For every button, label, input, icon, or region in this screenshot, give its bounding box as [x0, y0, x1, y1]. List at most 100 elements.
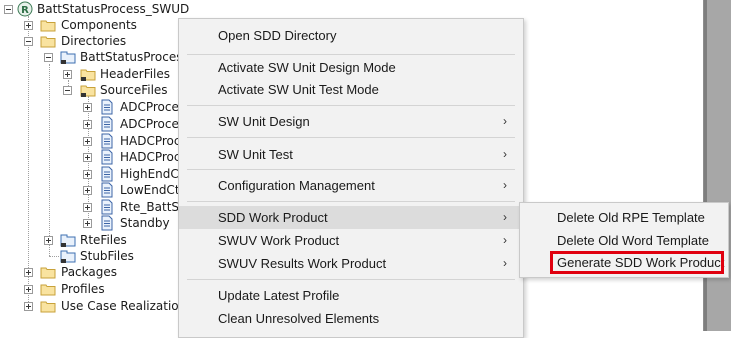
submenu-item-generate-sdd-work-product[interactable]: Generate SDD Work Product [550, 251, 724, 274]
submenu-item-label: Generate SDD Work Product [557, 255, 725, 270]
document-icon [101, 199, 113, 215]
menu-item-swuv-work-product[interactable]: SWUV Work Product › [179, 229, 523, 252]
menu-separator [187, 137, 515, 138]
right-panel-bar[interactable] [703, 0, 731, 331]
menu-item-activate-design-mode[interactable]: Activate SW Unit Design Mode [179, 56, 523, 79]
submenu-item-label: Delete Old Word Template [557, 233, 709, 248]
menu-item-label: Configuration Management [218, 178, 375, 193]
menu-item-activate-test-mode[interactable]: Activate SW Unit Test Mode [179, 78, 523, 101]
expand-toggle[interactable] [24, 268, 33, 277]
tree-item-file[interactable]: HighEndCt [0, 166, 183, 182]
submenu-item-delete-old-word-template[interactable]: Delete Old Word Template [520, 229, 728, 252]
document-icon [101, 166, 113, 182]
tree-item-label: StubFiles [80, 249, 134, 263]
collapse-toggle[interactable] [4, 5, 13, 14]
tree-item-headerfiles[interactable]: HeaderFiles [0, 66, 180, 82]
submenu-item-label: Delete Old RPE Template [557, 210, 705, 225]
tree-item-label: LowEndCtr [120, 183, 185, 197]
tree-item-sourcefiles[interactable]: SourceFiles [0, 82, 180, 98]
expand-toggle[interactable] [83, 120, 92, 129]
expand-toggle[interactable] [83, 203, 92, 212]
menu-separator [187, 279, 515, 280]
collapse-toggle[interactable] [63, 86, 72, 95]
tree-item-file[interactable]: HADCProc [0, 149, 181, 165]
menu-item-label: Activate SW Unit Test Mode [218, 82, 379, 97]
collapse-toggle[interactable] [44, 53, 53, 62]
menu-item-swuv-results-work-product[interactable]: SWUV Results Work Product › [179, 252, 523, 275]
tree-item-stubfiles[interactable]: StubFiles [0, 248, 180, 264]
tree-item-file[interactable]: ADCProces [0, 116, 185, 132]
folder-icon [40, 301, 56, 313]
menu-item-label: SWUV Results Work Product [218, 256, 387, 271]
expand-toggle[interactable] [24, 302, 33, 311]
tree-item-label: ADCProces [120, 100, 186, 114]
tree-item-components[interactable]: Components [0, 17, 180, 33]
expand-toggle[interactable] [83, 137, 92, 146]
expand-toggle[interactable] [44, 236, 53, 245]
expand-toggle[interactable] [24, 285, 33, 294]
menu-item-sdd-work-product[interactable]: SDD Work Product › [179, 206, 523, 229]
expand-toggle[interactable] [83, 170, 92, 179]
tree-item-directories[interactable]: Directories [0, 33, 180, 49]
document-icon [101, 149, 113, 165]
document-icon [101, 182, 113, 198]
tree-item-rtefiles[interactable]: RteFiles [0, 232, 180, 248]
submenu-item-delete-old-rpe-template[interactable]: Delete Old RPE Template [520, 206, 728, 229]
svg-text:R: R [21, 5, 29, 16]
tree-item-file[interactable]: ADCProces [0, 99, 185, 115]
tree-item-label: HeaderFiles [100, 67, 171, 81]
menu-item-label: Activate SW Unit Design Mode [218, 60, 396, 75]
expand-toggle[interactable] [83, 153, 92, 162]
panel-edge [704, 0, 707, 331]
chevron-right-icon: › [503, 178, 507, 192]
tree-item-label: Components [61, 18, 137, 32]
menu-item-update-latest-profile[interactable]: Update Latest Profile [179, 284, 523, 307]
collapse-toggle[interactable] [24, 37, 33, 46]
folder-icon [80, 85, 96, 97]
menu-item-label: SDD Work Product [218, 210, 328, 225]
tree-item-label: Standby [120, 216, 170, 230]
folder-icon [40, 36, 56, 48]
chevron-right-icon: › [503, 210, 507, 224]
menu-item-label: SWUV Work Product [218, 233, 340, 248]
menu-item-label: Update Latest Profile [218, 288, 340, 303]
tree-item-file[interactable]: LowEndCtr [0, 182, 184, 198]
menu-item-open-sdd-directory[interactable]: Open SDD Directory [179, 24, 523, 47]
expand-toggle[interactable] [83, 186, 92, 195]
tree-root[interactable]: R BattStatusProcess_SWUD [0, 1, 189, 17]
chevron-right-icon: › [503, 114, 507, 128]
folder-icon [40, 267, 56, 279]
package-icon [60, 51, 76, 64]
menu-separator [187, 201, 515, 202]
tree-item-file[interactable]: HADCProc [0, 133, 181, 149]
tree-item-label: ADCProces [120, 117, 186, 131]
expand-toggle[interactable] [83, 103, 92, 112]
tree-item-file[interactable]: Rte_BattSta [0, 199, 191, 215]
menu-item-clean-unresolved-elements[interactable]: Clean Unresolved Elements [179, 307, 523, 330]
menu-item-configuration-management[interactable]: Configuration Management › [179, 174, 523, 197]
chevron-right-icon: › [503, 233, 507, 247]
tree-item-usecases[interactable]: Use Case Realizations [0, 298, 193, 314]
tree-guide-line [49, 256, 59, 257]
tree-item-package[interactable]: BattStatusProcess_ [0, 49, 195, 65]
menu-item-label: SW Unit Design [218, 114, 310, 129]
document-icon [101, 215, 113, 231]
tree-item-profiles[interactable]: Profiles [0, 281, 180, 297]
tree-item-label: Use Case Realizations [61, 299, 193, 313]
package-icon [60, 250, 76, 263]
menu-item-label: Clean Unresolved Elements [218, 311, 380, 326]
expand-toggle[interactable] [24, 21, 33, 30]
menu-separator [187, 105, 515, 106]
tree-item-packages[interactable]: Packages [0, 264, 180, 280]
tree-root-label: BattStatusProcess_SWUD [37, 2, 190, 16]
menu-item-sw-unit-design[interactable]: SW Unit Design › [179, 110, 523, 133]
tree-item-file[interactable]: Standby [0, 215, 180, 231]
context-menu: Open SDD Directory Activate SW Unit Desi… [178, 18, 524, 338]
document-icon [101, 133, 113, 149]
menu-item-sw-unit-test[interactable]: SW Unit Test › [179, 143, 523, 166]
chevron-right-icon: › [503, 256, 507, 270]
menu-separator [187, 54, 515, 55]
expand-toggle[interactable] [63, 70, 72, 79]
expand-toggle[interactable] [83, 219, 92, 228]
tree-item-label: HADCProc [120, 150, 181, 164]
